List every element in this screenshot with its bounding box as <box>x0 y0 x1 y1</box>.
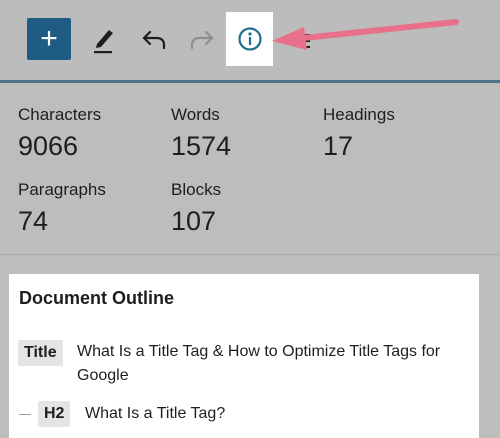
stat-label: Headings <box>323 105 395 124</box>
stat-characters: Characters 9066 <box>18 105 101 162</box>
info-icon <box>237 27 262 51</box>
stat-value: 74 <box>18 206 49 236</box>
redo-icon <box>190 30 214 50</box>
stat-value: 9066 <box>18 131 79 161</box>
add-block-button[interactable]: + <box>27 18 71 60</box>
outline-item-text: What Is a Title Tag & How to Optimize Ti… <box>77 343 441 384</box>
stat-label: Paragraphs <box>18 180 106 199</box>
stat-words: Words 1574 <box>171 105 231 162</box>
stat-blocks: Blocks 107 <box>171 180 221 237</box>
document-outline: Document Outline Title What Is a Title T… <box>9 274 479 438</box>
outline-tag-h2: H2 <box>38 401 71 427</box>
outline-item-text: What Is a Title Tag? <box>85 405 226 422</box>
document-stats: Characters 9066 Words 1574 Headings 17 P… <box>0 83 500 255</box>
undo-icon <box>142 30 166 50</box>
stat-label: Blocks <box>171 180 222 199</box>
stat-value: 107 <box>171 206 217 236</box>
pencil-icon <box>94 30 113 54</box>
stat-label: Words <box>171 105 220 124</box>
stats-divider <box>0 254 500 255</box>
stat-headings: Headings 17 <box>323 105 395 162</box>
undo-button[interactable] <box>138 24 170 56</box>
tools-button[interactable] <box>88 22 120 56</box>
details-button[interactable] <box>226 12 273 66</box>
stat-label: Characters <box>18 105 102 124</box>
list-view-icon <box>301 34 310 48</box>
list-view-button[interactable] <box>282 22 322 58</box>
editor-toolbar: + <box>0 0 500 80</box>
stat-value: 1574 <box>171 131 232 161</box>
redo-button[interactable] <box>186 24 218 56</box>
stat-value: 17 <box>323 131 354 161</box>
outline-title: Document Outline <box>19 288 175 308</box>
plus-icon: + <box>40 22 58 55</box>
stat-paragraphs: Paragraphs 74 <box>18 180 106 237</box>
outline-tag-title: Title <box>18 340 63 366</box>
outline-indent-line <box>19 414 31 415</box>
